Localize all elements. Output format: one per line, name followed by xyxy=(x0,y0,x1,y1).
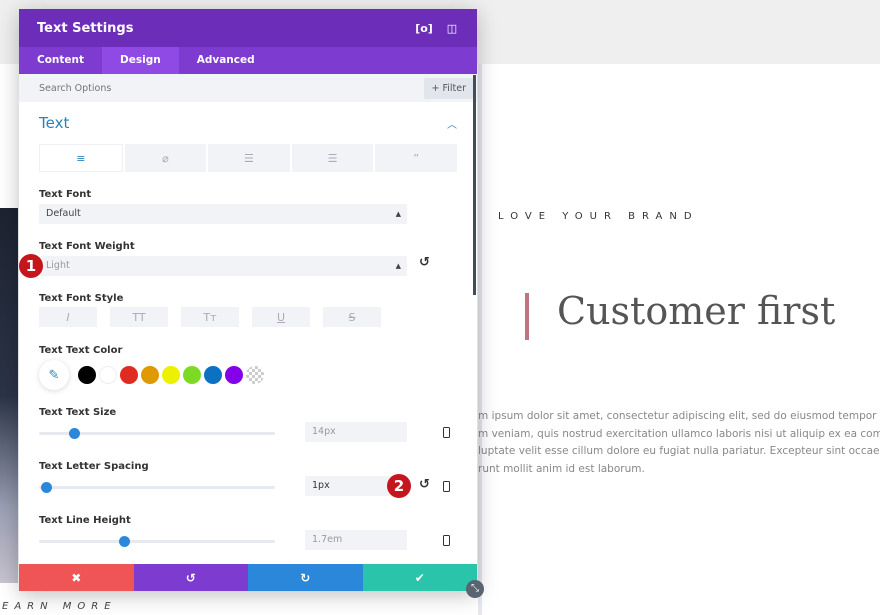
text-size-label: Text Text Size xyxy=(39,407,117,418)
search-input[interactable] xyxy=(39,82,425,94)
tab-content[interactable]: Content xyxy=(19,47,102,74)
save-button[interactable]: ✔ xyxy=(362,564,477,591)
swatch-green[interactable] xyxy=(183,366,201,384)
uppercase-button[interactable]: TT xyxy=(110,307,168,327)
letter-spacing-slider[interactable] xyxy=(39,482,275,493)
slider-handle[interactable] xyxy=(69,428,81,439)
undo-button[interactable]: ↺ xyxy=(133,564,248,591)
panel-header: Text Settings [o] ◫ xyxy=(19,9,477,47)
select-value: Light xyxy=(46,260,70,271)
panel-tabs: Content Design Advanced xyxy=(19,47,477,74)
swatch-white[interactable] xyxy=(99,366,117,384)
body-line: m veniam, quis nostrud exercitation ulla… xyxy=(478,427,880,440)
text-font-label: Text Font xyxy=(39,189,92,200)
color-swatches: ✎ xyxy=(39,360,264,390)
slider-handle[interactable] xyxy=(41,482,53,493)
background-image xyxy=(0,208,18,583)
responsive-phone-icon[interactable] xyxy=(443,535,450,546)
body-line: runt mollit anim id est laborum. xyxy=(478,462,645,475)
text-subtabs: ≡ ⌀ ☰ ☰ ” xyxy=(39,144,457,172)
headline-accent-bar xyxy=(525,293,529,340)
strikethrough-button[interactable]: S xyxy=(323,307,381,327)
text-color-label: Text Text Color xyxy=(39,345,123,356)
unordered-list-icon[interactable]: ☰ xyxy=(208,144,290,172)
select-arrows-icon: ▲ xyxy=(395,262,401,270)
select-value: Default xyxy=(46,208,81,219)
font-weight-select[interactable]: Light ▲ xyxy=(39,256,407,276)
reset-icon[interactable]: ↺ xyxy=(419,255,430,270)
quote-icon[interactable]: ” xyxy=(375,144,457,172)
annotation-badge-1: 1 xyxy=(19,254,43,278)
slider-handle[interactable] xyxy=(118,536,130,547)
column-divider xyxy=(478,64,482,615)
eyebrow-text: LOVE YOUR BRAND xyxy=(498,211,699,222)
chevron-up-icon[interactable]: ︿ xyxy=(447,116,457,131)
reset-icon[interactable]: ↺ xyxy=(419,477,430,492)
tab-advanced[interactable]: Advanced xyxy=(179,47,273,74)
text-font-select[interactable]: Default ▲ xyxy=(39,204,407,224)
letter-spacing-label: Text Letter Spacing xyxy=(39,461,149,472)
swatch-purple[interactable] xyxy=(225,366,243,384)
panel-title: Text Settings xyxy=(37,20,134,36)
body-text: m ipsum dolor sit amet, consectetur adip… xyxy=(478,408,880,478)
line-height-input[interactable]: 1.7em xyxy=(305,530,407,550)
search-bar: + Filter xyxy=(19,74,477,102)
swatch-orange[interactable] xyxy=(141,366,159,384)
line-height-label: Text Line Height xyxy=(39,515,131,526)
section-text-header[interactable]: Text ︿ xyxy=(19,102,477,144)
align-left-icon[interactable]: ≡ xyxy=(39,144,123,172)
section-title: Text xyxy=(39,114,70,132)
italic-button[interactable]: I xyxy=(39,307,97,327)
line-height-slider[interactable] xyxy=(39,536,275,547)
body-line: luptate velit esse cillum dolore eu fugi… xyxy=(478,445,880,457)
swatch-transparent[interactable] xyxy=(246,366,264,384)
panel-footer: ✖ ↺ ↻ ✔ xyxy=(19,564,477,591)
text-size-input[interactable]: 14px xyxy=(305,422,407,442)
annotation-badge-2: 2 xyxy=(387,474,411,498)
swatch-blue[interactable] xyxy=(204,366,222,384)
ordered-list-icon[interactable]: ☰ xyxy=(291,144,374,172)
text-size-slider[interactable] xyxy=(39,428,275,439)
underline-button[interactable]: U xyxy=(252,307,310,327)
redo-button[interactable]: ↻ xyxy=(248,564,363,591)
swatch-red[interactable] xyxy=(120,366,138,384)
font-style-label: Text Font Style xyxy=(39,293,124,304)
tab-design[interactable]: Design xyxy=(102,47,179,74)
resize-handle-icon[interactable]: ⤡ xyxy=(466,580,484,598)
eyedropper-icon[interactable]: ✎ xyxy=(39,360,69,390)
learn-more-link[interactable]: EARN MORE xyxy=(2,601,117,612)
fullscreen-icon[interactable]: [o] xyxy=(415,21,433,35)
filter-button[interactable]: + Filter xyxy=(424,77,473,99)
link-icon[interactable]: ⌀ xyxy=(124,144,207,172)
headline: Customer first xyxy=(557,289,836,333)
font-style-buttons: I TT Tт U S xyxy=(39,307,381,327)
body-line: m ipsum dolor sit amet, consectetur adip… xyxy=(478,410,880,422)
scrollbar[interactable] xyxy=(473,75,476,295)
capitalize-button[interactable]: Tт xyxy=(181,307,239,327)
select-arrows-icon: ▲ xyxy=(395,210,401,218)
swatch-black[interactable] xyxy=(78,366,96,384)
responsive-phone-icon[interactable] xyxy=(443,427,450,438)
responsive-phone-icon[interactable] xyxy=(443,481,450,492)
swatch-yellow[interactable] xyxy=(162,366,180,384)
font-weight-label: Text Font Weight xyxy=(39,241,135,252)
sidebar-toggle-icon[interactable]: ◫ xyxy=(445,21,459,35)
cancel-button[interactable]: ✖ xyxy=(19,564,134,591)
text-settings-panel: Text Settings [o] ◫ Content Design Advan… xyxy=(19,9,477,591)
